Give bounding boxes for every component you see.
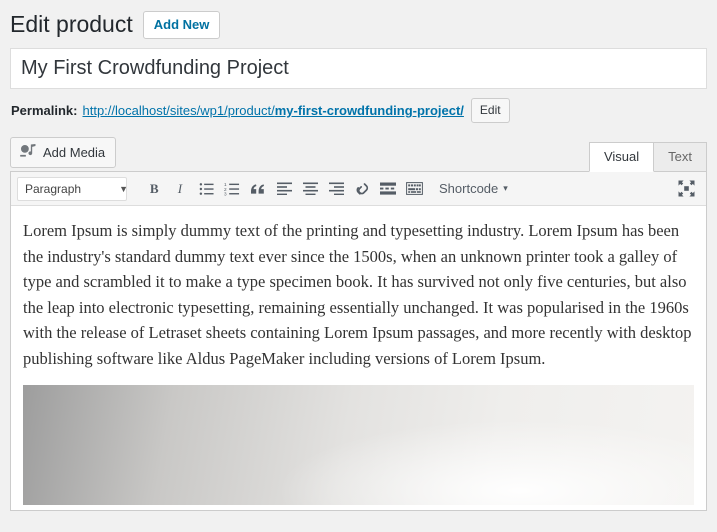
page-header: Edit product Add New xyxy=(10,0,707,44)
align-center-icon[interactable] xyxy=(297,176,323,202)
chevron-down-icon: ▾ xyxy=(503,183,508,193)
post-title-container xyxy=(10,48,707,89)
tab-text[interactable]: Text xyxy=(653,142,707,172)
page-title: Edit product xyxy=(10,11,133,38)
align-left-icon[interactable] xyxy=(271,176,297,202)
distraction-free-icon[interactable] xyxy=(674,177,698,201)
editor-mode-tabs: Visual Text xyxy=(588,142,707,172)
svg-text:3: 3 xyxy=(224,191,227,195)
wp-edit-product-screen: Edit product Add New Permalink: http://l… xyxy=(0,0,717,532)
editor-toolbar: Paragraph ▼ B I 1 2 3 Shortcode ▾ xyxy=(11,172,706,206)
post-title-input[interactable] xyxy=(10,48,707,89)
numbered-list-icon[interactable]: 1 2 3 xyxy=(219,176,245,202)
media-icon xyxy=(19,144,37,160)
svg-text:B: B xyxy=(149,181,158,196)
editor-content-area[interactable]: Lorem Ipsum is simply dummy text of the … xyxy=(11,206,706,511)
content-paragraph: Lorem Ipsum is simply dummy text of the … xyxy=(23,221,692,368)
align-right-icon[interactable] xyxy=(323,176,349,202)
permalink-label: Permalink: xyxy=(11,103,78,118)
editor-container: Paragraph ▼ B I 1 2 3 Shortcode ▾ Lorem … xyxy=(10,171,707,511)
bulleted-list-icon[interactable] xyxy=(193,176,219,202)
link-icon[interactable] xyxy=(349,176,375,202)
paragraph-format-select[interactable]: Paragraph xyxy=(17,176,127,201)
add-new-button[interactable]: Add New xyxy=(142,11,221,39)
italic-icon[interactable]: I xyxy=(167,176,193,202)
blockquote-icon[interactable] xyxy=(245,176,271,202)
editor-top-bar: Add Media Visual Text xyxy=(10,137,707,172)
toolbar-toggle-icon[interactable] xyxy=(401,176,427,202)
bold-icon[interactable]: B xyxy=(141,176,167,202)
permalink-url-prefix: http://localhost/sites/wp1/product/ xyxy=(82,103,275,118)
format-select-wrapper: Paragraph ▼ xyxy=(17,176,135,201)
content-image[interactable] xyxy=(23,385,694,506)
tab-visual[interactable]: Visual xyxy=(588,142,655,172)
shortcode-dropdown[interactable]: Shortcode ▾ xyxy=(433,181,514,196)
read-more-icon[interactable] xyxy=(375,176,401,202)
add-media-button[interactable]: Add Media xyxy=(10,137,117,168)
permalink-url-slug: my-first-crowdfunding-project/ xyxy=(274,103,464,118)
svg-text:I: I xyxy=(176,181,182,196)
permalink-row: Permalink: http://localhost/sites/wp1/pr… xyxy=(10,98,707,123)
edit-permalink-button[interactable]: Edit xyxy=(470,98,510,123)
permalink-link[interactable]: http://localhost/sites/wp1/product/my-fi… xyxy=(82,103,463,118)
shortcode-label: Shortcode xyxy=(439,181,499,196)
add-media-label: Add Media xyxy=(43,144,106,160)
